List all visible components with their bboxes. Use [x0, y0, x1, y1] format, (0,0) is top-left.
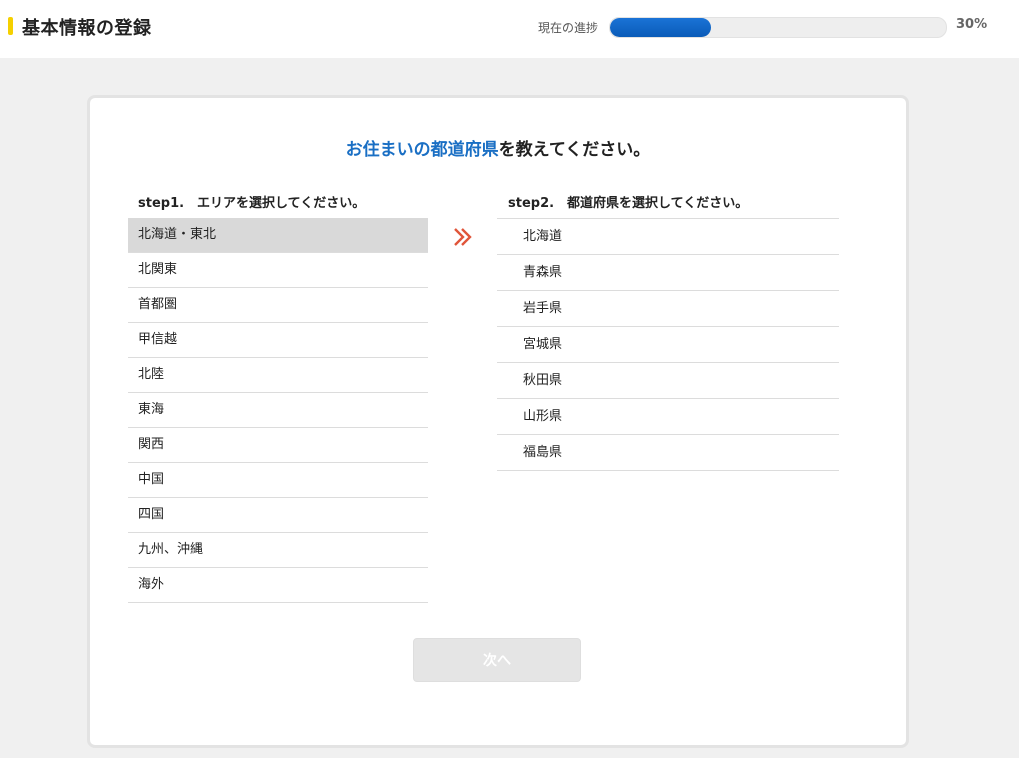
- area-list: 北海道・東北 北関東 首都圏 甲信越 北陸 東海 関西 中国 四国 九州、沖縄 …: [128, 218, 428, 603]
- prefecture-item[interactable]: 秋田県: [497, 363, 839, 399]
- question-heading: お住まいの都道府県を教えてください。: [90, 135, 906, 160]
- progress-bar-fill: [610, 18, 711, 37]
- progress-label: 現在の進捗: [538, 21, 599, 35]
- area-item[interactable]: 首都圏: [128, 288, 428, 323]
- area-item[interactable]: 九州、沖縄: [128, 533, 428, 568]
- prefecture-item[interactable]: 福島県: [497, 435, 839, 471]
- prefecture-item[interactable]: 岩手県: [497, 291, 839, 327]
- prefecture-item[interactable]: 青森県: [497, 255, 839, 291]
- prefecture-list: 北海道 青森県 岩手県 宮城県 秋田県 山形県 福島県: [497, 218, 839, 471]
- page-title: 基本情報の登録: [22, 18, 152, 39]
- area-item[interactable]: 北海道・東北: [128, 218, 428, 253]
- area-item[interactable]: 海外: [128, 568, 428, 603]
- prefecture-item[interactable]: 宮城県: [497, 327, 839, 363]
- question-highlight: お住まいの都道府県: [345, 140, 499, 160]
- form-card: お住まいの都道府県を教えてください。 step1. エリアを選択してください。 …: [87, 95, 909, 748]
- area-item[interactable]: 関西: [128, 428, 428, 463]
- area-item[interactable]: 北陸: [128, 358, 428, 393]
- question-rest: を教えてください。: [498, 140, 651, 160]
- prefecture-item[interactable]: 山形県: [497, 399, 839, 435]
- step1-label: step1. エリアを選択してください。: [138, 196, 366, 211]
- area-item[interactable]: 四国: [128, 498, 428, 533]
- progress-percent: 30%: [956, 17, 988, 32]
- header-bar: 基本情報の登録 現在の進捗 30%: [0, 0, 1019, 58]
- double-chevron-right-icon: [454, 228, 472, 246]
- step2-label: step2. 都道府県を選択してください。: [508, 196, 749, 211]
- area-item[interactable]: 東海: [128, 393, 428, 428]
- area-item[interactable]: 中国: [128, 463, 428, 498]
- prefecture-item[interactable]: 北海道: [497, 219, 839, 255]
- area-item[interactable]: 甲信越: [128, 323, 428, 358]
- area-item[interactable]: 北関東: [128, 253, 428, 288]
- title-accent-mark: [8, 17, 13, 35]
- next-button[interactable]: 次へ: [413, 638, 581, 682]
- progress-bar: [609, 17, 947, 38]
